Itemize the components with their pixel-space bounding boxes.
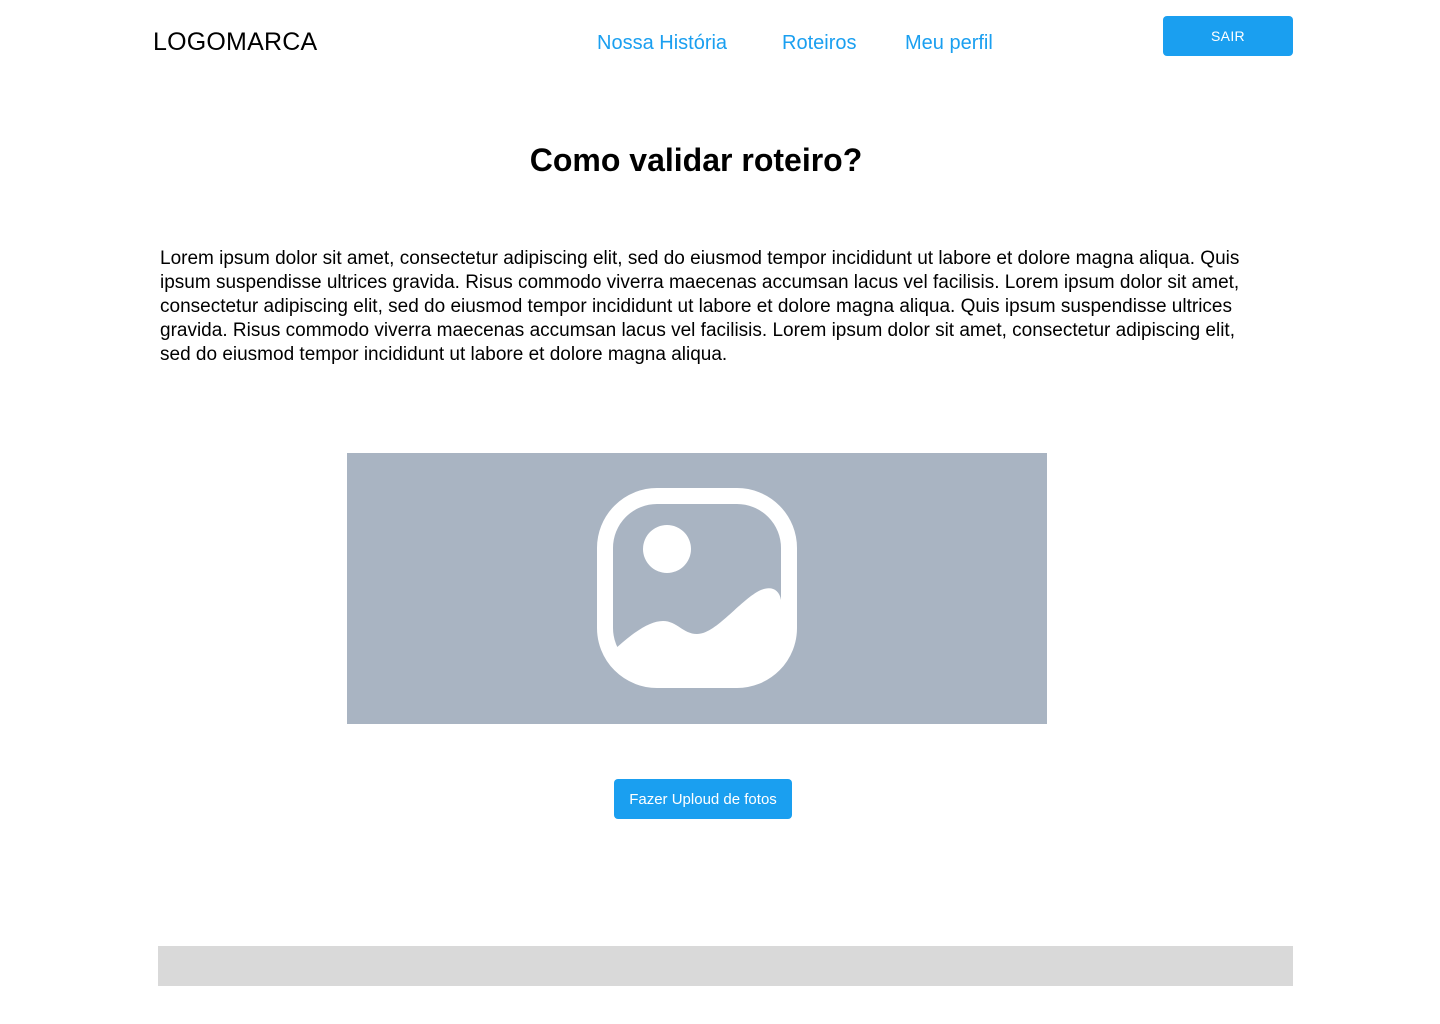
image-icon [597, 488, 797, 688]
footer-bar [158, 946, 1293, 986]
image-placeholder [347, 453, 1047, 724]
nav-link-meu-perfil[interactable]: Meu perfil [905, 31, 993, 55]
logo[interactable]: LOGOMARCA [153, 27, 317, 57]
nav-link-nossa-historia[interactable]: Nossa História [597, 31, 727, 55]
description-paragraph: Lorem ipsum dolor sit amet, consectetur … [160, 248, 1240, 365]
upload-photos-button[interactable]: Fazer Uploud de fotos [614, 779, 792, 819]
page-title: Como validar roteiro? [529, 142, 863, 178]
logout-button[interactable]: SAIR [1163, 16, 1293, 56]
nav-link-roteiros[interactable]: Roteiros [782, 31, 856, 55]
